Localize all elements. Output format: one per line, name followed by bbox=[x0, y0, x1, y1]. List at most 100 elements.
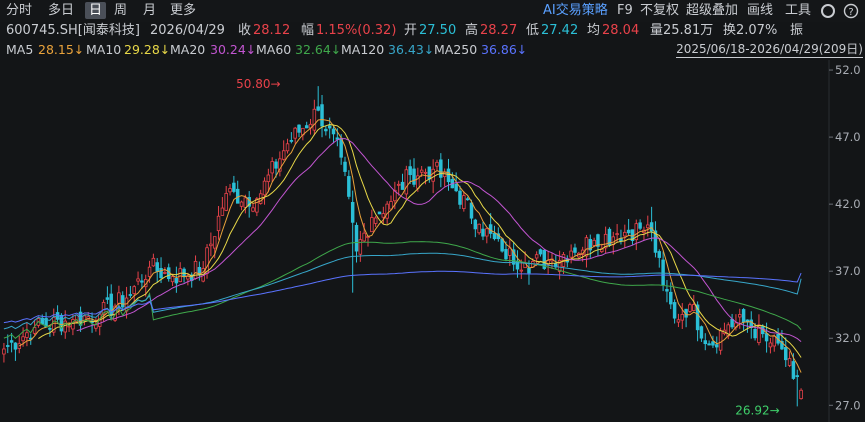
candle-body bbox=[699, 326, 704, 339]
candle-body bbox=[661, 259, 665, 286]
candle-body bbox=[285, 143, 290, 152]
ma10-line bbox=[38, 123, 802, 358]
ma250-label: MA250 bbox=[434, 42, 478, 57]
candle-body bbox=[105, 297, 110, 300]
candle-body bbox=[500, 238, 504, 252]
candle-body bbox=[128, 294, 133, 296]
stock-code-name: 600745.SH[闻泰科技] bbox=[6, 23, 140, 38]
candle-body bbox=[741, 309, 746, 323]
candle-body bbox=[446, 168, 451, 183]
candle-body bbox=[400, 181, 405, 190]
candle-body bbox=[412, 168, 416, 185]
candle-body bbox=[289, 140, 294, 142]
candle-body bbox=[117, 292, 121, 304]
ma10-label: MA10 bbox=[86, 42, 122, 57]
candle-body bbox=[205, 247, 209, 274]
candle-body bbox=[193, 260, 198, 280]
candle-body bbox=[377, 211, 382, 215]
tab-month[interactable]: 月 bbox=[143, 2, 156, 19]
candle-body bbox=[389, 201, 393, 210]
candle-body bbox=[473, 219, 478, 230]
candle-body bbox=[538, 249, 543, 255]
candle-body bbox=[155, 262, 159, 272]
candle-body bbox=[316, 106, 320, 111]
avg-value: 28.04 bbox=[602, 23, 640, 38]
candle-body bbox=[465, 198, 470, 201]
candle-body bbox=[170, 276, 175, 283]
turnover-value: 换2.07% bbox=[723, 23, 778, 38]
ma60-label: MA60 bbox=[256, 42, 292, 57]
candle-body bbox=[396, 183, 401, 186]
candle-body bbox=[147, 266, 152, 277]
candle-body bbox=[13, 342, 18, 350]
date-range[interactable]: 2025/06/18-2026/04/29(209日) bbox=[676, 41, 863, 58]
drawline-button[interactable]: 画线 bbox=[747, 2, 773, 19]
candle-body bbox=[462, 195, 466, 210]
y-tick-label: 37.0 bbox=[835, 264, 861, 278]
change-label: 幅 bbox=[301, 23, 315, 38]
candle-body bbox=[454, 183, 458, 192]
candle-body bbox=[408, 166, 412, 176]
candle-body bbox=[343, 161, 347, 172]
candle-body bbox=[592, 239, 596, 246]
tab-more[interactable]: 更多 bbox=[170, 2, 196, 19]
candle-body bbox=[212, 236, 217, 249]
candle-body bbox=[730, 318, 734, 328]
candle-body bbox=[347, 176, 351, 197]
candle-body bbox=[385, 203, 389, 219]
tab-fenshi[interactable]: 分时 bbox=[6, 2, 32, 19]
candle-body bbox=[151, 257, 156, 267]
close-value: 28.12 bbox=[253, 23, 291, 38]
ma5-value: 28.15↓ bbox=[38, 42, 85, 57]
candle-body bbox=[623, 231, 627, 237]
candle-body bbox=[136, 278, 140, 282]
candle-body bbox=[293, 127, 297, 139]
candle-body bbox=[220, 207, 225, 216]
tools-button[interactable]: 工具 bbox=[785, 2, 811, 19]
tab-week[interactable]: 周 bbox=[114, 2, 127, 19]
candle-body bbox=[718, 330, 723, 351]
high-value: 28.27 bbox=[480, 23, 518, 38]
candle-body bbox=[569, 250, 573, 258]
candle-body bbox=[738, 314, 742, 318]
candle-body bbox=[615, 233, 619, 236]
candle-body bbox=[216, 215, 221, 232]
candle-body bbox=[362, 232, 366, 242]
candle-body bbox=[404, 169, 409, 195]
help-icon[interactable]: ? bbox=[843, 3, 859, 19]
candle-body bbox=[481, 228, 485, 237]
candle-body bbox=[48, 327, 52, 330]
candle-body bbox=[787, 358, 792, 366]
gear-icon[interactable] bbox=[821, 4, 835, 18]
ma60-value: 32.64↓ bbox=[295, 42, 342, 57]
candle-body bbox=[772, 335, 776, 347]
candle-body bbox=[281, 150, 286, 160]
high-label: 高 bbox=[465, 23, 479, 38]
candle-body bbox=[707, 343, 711, 346]
overlay-button[interactable]: 超级叠加 bbox=[686, 2, 738, 19]
candle-body bbox=[458, 190, 462, 205]
tab-duori[interactable]: 多日 bbox=[48, 2, 74, 19]
kline-chart[interactable]: 27.0 32.0 37.0 42.0 47.0 52.0 50.80→ 26.92→ bbox=[0, 60, 865, 422]
candle-body bbox=[239, 201, 244, 207]
candle-body bbox=[25, 332, 29, 338]
candle-body bbox=[174, 278, 179, 284]
candle-body bbox=[312, 108, 317, 131]
f9-button[interactable]: F9 bbox=[617, 2, 633, 19]
candle-body bbox=[435, 161, 439, 167]
y-tick-label: 32.0 bbox=[835, 331, 861, 345]
tab-day[interactable]: 日 bbox=[85, 2, 107, 19]
quote-date: 2026/04/29 bbox=[150, 23, 225, 38]
candle-body bbox=[534, 254, 539, 259]
ma250-value: 36.86↓ bbox=[481, 42, 528, 57]
candle-body bbox=[178, 268, 182, 283]
candle-body bbox=[584, 237, 589, 257]
candle-body bbox=[469, 202, 474, 219]
fuquan-button[interactable]: 不复权 bbox=[640, 2, 679, 19]
ma20-value: 30.24↓ bbox=[210, 42, 257, 57]
ai-strategy-button[interactable]: AI交易策略 bbox=[543, 2, 608, 19]
candle-body bbox=[626, 229, 631, 234]
candle-body bbox=[381, 213, 386, 218]
candle-body bbox=[6, 345, 10, 347]
candle-body bbox=[795, 375, 799, 378]
